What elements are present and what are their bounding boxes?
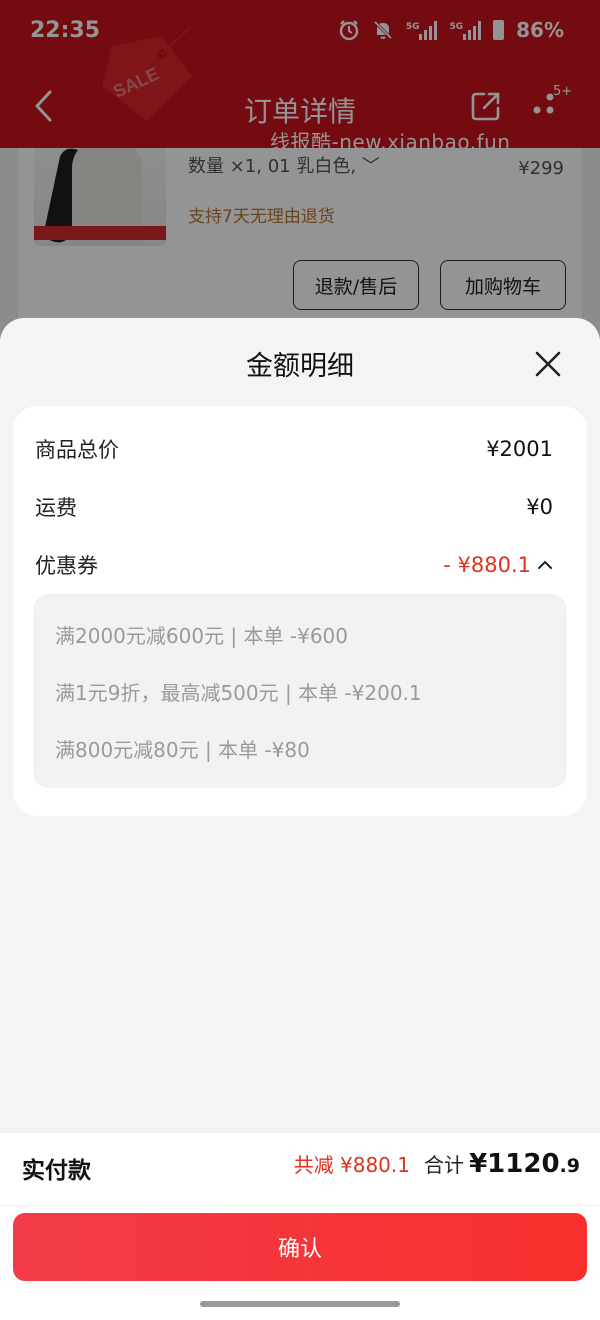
- shipping-row: 运费 ¥0: [35, 492, 553, 522]
- total-price-row: 商品总价 ¥2001: [35, 434, 553, 464]
- payment-footer: 实付款 共减 ¥880.1 合计 ¥1120.9 确认: [0, 1133, 600, 1320]
- coupon-label: 优惠券: [35, 554, 98, 578]
- coupon-value: - ¥880.1: [443, 553, 531, 577]
- chevron-up-icon[interactable]: [537, 559, 553, 571]
- amount-detail-card: 商品总价 ¥2001 运费 ¥0 优惠券 - ¥880.1 满2000元减600…: [13, 406, 587, 816]
- total-reduction: 共减 ¥880.1: [293, 1153, 410, 1177]
- coupon-row[interactable]: 优惠券 - ¥880.1: [35, 550, 553, 580]
- coupon-breakdown: 满2000元减600元 | 本单 -¥600 满1元9折，最高减500元 | 本…: [33, 594, 567, 788]
- home-indicator[interactable]: [200, 1301, 400, 1307]
- coupon-item: 满800元减80元 | 本单 -¥80: [55, 738, 310, 762]
- sum-decimal: .9: [559, 1155, 580, 1177]
- total-price-label: 商品总价: [35, 438, 119, 462]
- coupon-item: 满1元9折，最高减500元 | 本单 -¥200.1: [55, 681, 422, 705]
- divider: [0, 1205, 600, 1206]
- coupon-value-toggle[interactable]: - ¥880.1: [443, 553, 553, 577]
- close-icon[interactable]: [530, 346, 566, 382]
- confirm-button[interactable]: 确认: [13, 1213, 587, 1281]
- shipping-label: 运费: [35, 496, 77, 520]
- total-price-value: ¥2001: [486, 437, 553, 461]
- sum-label: 合计: [423, 1153, 464, 1177]
- coupon-item: 满2000元减600元 | 本单 -¥600: [55, 624, 348, 648]
- actual-payment-label: 实付款: [22, 1158, 91, 1184]
- sum-value: ¥1120: [469, 1149, 560, 1179]
- sheet-title: 金额明细: [246, 351, 354, 382]
- dim-overlay[interactable]: [0, 0, 600, 340]
- shipping-value: ¥0: [526, 495, 553, 519]
- payment-summary: 共减 ¥880.1 合计 ¥1120.9: [294, 1149, 580, 1179]
